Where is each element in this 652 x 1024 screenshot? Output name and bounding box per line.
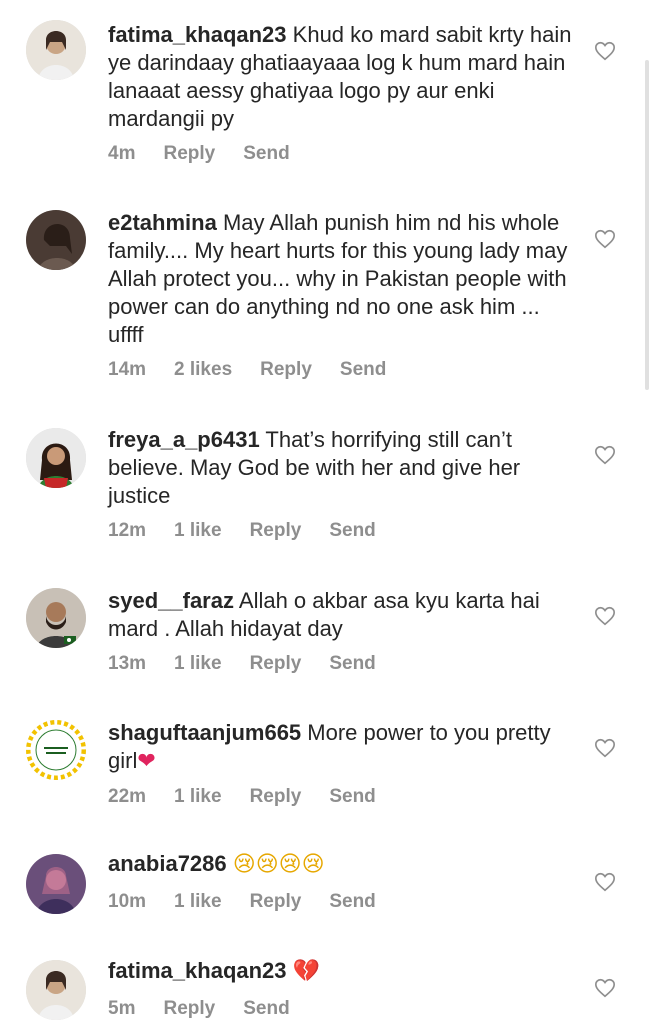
avatar[interactable]	[26, 588, 86, 648]
send-button[interactable]: Send	[329, 520, 375, 542]
comment-text: shaguftaanjum665 More power to you prett…	[108, 719, 578, 776]
avatar[interactable]	[26, 20, 86, 80]
like-heart-icon[interactable]	[594, 40, 616, 62]
comment-text: fatima_khaqan23 💔	[108, 957, 578, 986]
comment-username[interactable]: anabia7286	[108, 851, 227, 876]
avatar[interactable]	[26, 854, 86, 914]
reply-button[interactable]: Reply	[250, 520, 302, 542]
like-heart-icon[interactable]	[594, 977, 616, 999]
comment-meta: 5m Reply Send	[108, 998, 318, 1020]
like-heart-icon[interactable]	[594, 605, 616, 627]
like-count[interactable]: 1 like	[174, 786, 222, 808]
comment-text: anabia7286 😢😢😢😢	[108, 850, 578, 879]
avatar[interactable]	[26, 720, 86, 780]
like-count[interactable]: 1 like	[174, 891, 222, 913]
like-heart-icon[interactable]	[594, 228, 616, 250]
comment-meta: 4m Reply Send	[108, 143, 318, 165]
red-heart-emoji: ❤	[137, 749, 156, 774]
comment-username[interactable]: shaguftaanjum665	[108, 720, 301, 745]
comment-text: e2tahmina May Allah punish him nd his wh…	[108, 209, 578, 349]
comment-time: 13m	[108, 653, 147, 674]
send-button[interactable]: Send	[243, 998, 289, 1020]
avatar[interactable]	[26, 428, 86, 488]
crying-face-emoji: 😢😢😢😢	[232, 852, 325, 877]
comment-meta: 14m 2 likes Reply Send	[108, 359, 414, 381]
comment-username[interactable]: freya_a_p6431	[108, 427, 260, 452]
reply-button[interactable]: Reply	[250, 786, 302, 808]
send-button[interactable]: Send	[243, 143, 289, 165]
scrollbar[interactable]	[645, 60, 649, 390]
comment-text: syed__faraz Allah o akbar asa kyu karta …	[108, 587, 578, 643]
reply-button[interactable]: Reply	[250, 653, 302, 675]
comment-username[interactable]: fatima_khaqan23	[108, 958, 287, 983]
reply-button[interactable]: Reply	[163, 143, 215, 165]
send-button[interactable]: Send	[329, 653, 375, 675]
reply-button[interactable]: Reply	[260, 359, 312, 381]
send-button[interactable]: Send	[340, 359, 386, 381]
comment-username[interactable]: e2tahmina	[108, 210, 217, 235]
comment-time: 4m	[108, 143, 136, 164]
like-heart-icon[interactable]	[594, 444, 616, 466]
send-button[interactable]: Send	[329, 786, 375, 808]
comment-meta: 10m 1 like Reply Send	[108, 891, 404, 913]
broken-heart-emoji: 💔	[292, 959, 321, 984]
avatar[interactable]	[26, 960, 86, 1020]
comment-meta: 13m 1 like Reply Send	[108, 653, 404, 675]
like-count[interactable]: 1 like	[174, 653, 222, 675]
avatar[interactable]	[26, 210, 86, 270]
comment-username[interactable]: fatima_khaqan23	[108, 22, 287, 47]
comment-time: 5m	[108, 998, 136, 1019]
comment-meta: 12m 1 like Reply Send	[108, 520, 404, 542]
comment-meta: 22m 1 like Reply Send	[108, 786, 404, 808]
like-heart-icon[interactable]	[594, 871, 616, 893]
comment-username[interactable]: syed__faraz	[108, 588, 234, 613]
comment-time: 22m	[108, 786, 147, 807]
reply-button[interactable]: Reply	[163, 998, 215, 1020]
comment-time: 14m	[108, 359, 147, 380]
reply-button[interactable]: Reply	[250, 891, 302, 913]
like-heart-icon[interactable]	[594, 737, 616, 759]
send-button[interactable]: Send	[329, 891, 375, 913]
comment-time: 10m	[108, 891, 147, 912]
comment-text: freya_a_p6431 That’s horrifying still ca…	[108, 426, 578, 510]
like-count[interactable]: 2 likes	[174, 359, 232, 381]
like-count[interactable]: 1 like	[174, 520, 222, 542]
comment-time: 12m	[108, 520, 147, 541]
comment-text: fatima_khaqan23 Khud ko mard sabit krty …	[108, 21, 578, 133]
